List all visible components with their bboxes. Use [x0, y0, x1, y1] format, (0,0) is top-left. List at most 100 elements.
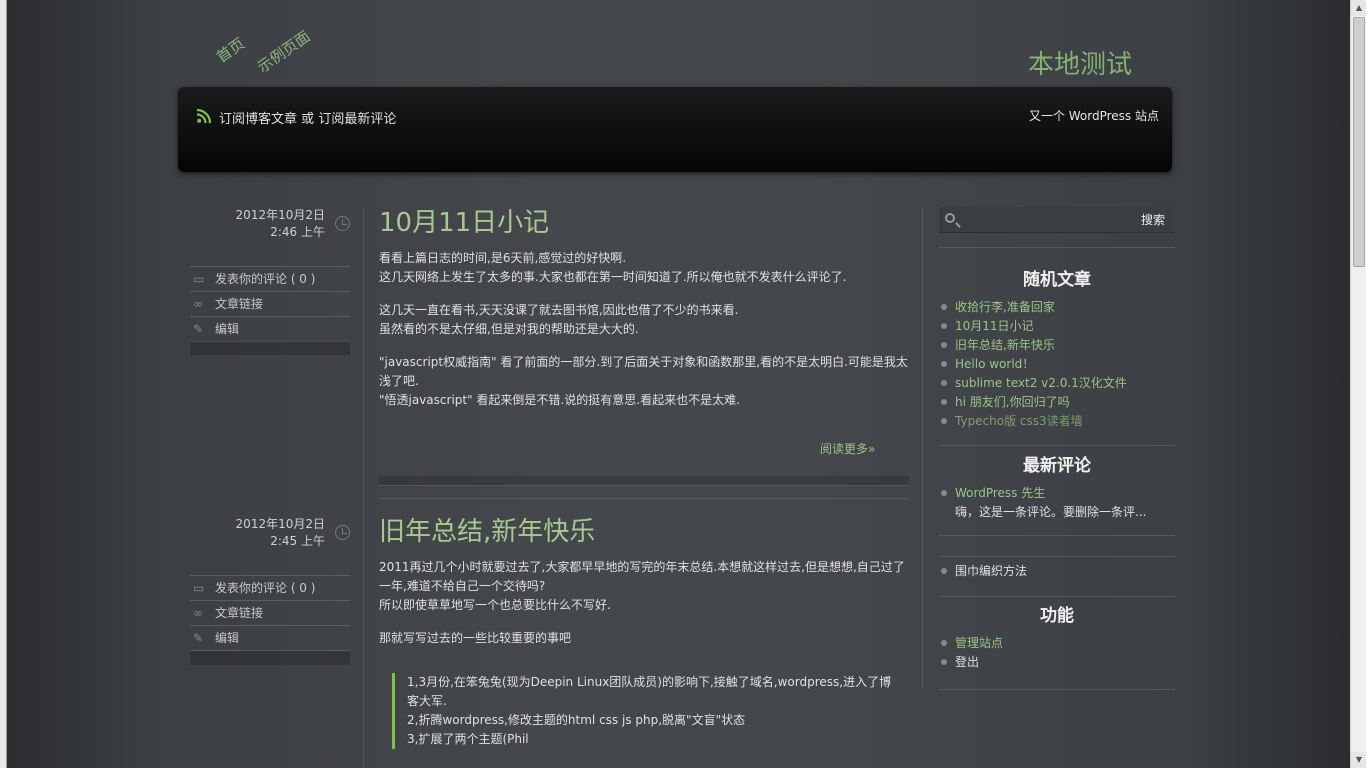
post-line: 所以即使草草地写一个也总要比什么不写好.	[379, 598, 611, 612]
post-line: 2011再过几个小时就要过去了,大家都早早地的写完的年末总结.本想就这样过去,但…	[379, 560, 905, 593]
random-post-link[interactable]: hi 朋友们,你回归了吗	[941, 393, 1173, 412]
meta-widget-title: 功能	[1040, 606, 1074, 626]
post-line: 那就写写过去的一些比较重要的事吧	[379, 631, 572, 645]
post-actions: ▭ 发表你的评论 ( 0 ) ∞ 文章链接 ✎ 编辑	[190, 575, 350, 651]
meta-widget-list: 管理站点 登出	[941, 634, 1173, 672]
random-posts-list: 收拾行李,准备回家 10月11日小记 旧年总结,新年快乐 Hello world…	[941, 298, 1173, 431]
comment-link[interactable]: ▭ 发表你的评论 ( 0 )	[190, 576, 350, 601]
header-bar: 订阅博客文章 或 订阅最新评论 又一个 WordPress 站点	[178, 87, 1172, 172]
comment-icon: ▭	[193, 581, 205, 595]
search-input[interactable]	[965, 210, 1125, 230]
blogroll-link[interactable]: 围巾编织方法	[941, 562, 1173, 581]
recent-comments-title: 最新评论	[1023, 456, 1091, 476]
comment-author-link[interactable]: WordPress 先生	[955, 486, 1045, 500]
edit-label: 编辑	[215, 631, 240, 645]
meta-shadow	[190, 341, 350, 355]
quote-line: 3,扩展了两个主题(Phil	[407, 732, 529, 746]
post-title[interactable]: 旧年总结,新年快乐	[379, 516, 909, 548]
random-posts-title: 随机文章	[1023, 270, 1091, 290]
post-line: 这几天一直在看书,天天没课了就去图书馆,因此也借了不少的书来看.	[379, 303, 739, 317]
post-article: 旧年总结,新年快乐 2011再过几个小时就要过去了,大家都早早地的写完的年末总结…	[379, 516, 909, 648]
quote-line: 2,折腾wordpress,修改主题的html css js php,脱离"文盲…	[407, 713, 746, 727]
edit-label: 编辑	[215, 322, 240, 336]
comment-link-label: 发表你的评论 ( 0 )	[215, 581, 316, 595]
rss-icon	[197, 109, 211, 123]
site-admin-link[interactable]: 管理站点	[941, 634, 1173, 653]
search-form: 搜索	[939, 207, 1175, 233]
comment-icon: ▭	[193, 272, 205, 286]
comment-link-label: 发表你的评论 ( 0 )	[215, 272, 316, 286]
vertical-scrollbar[interactable]: ▲ ▼	[1350, 0, 1366, 768]
sidebar-rule	[939, 596, 1175, 597]
random-post-link[interactable]: Typecho版 css3读者墙	[941, 412, 1173, 431]
post-actions: ▭ 发表你的评论 ( 0 ) ∞ 文章链接 ✎ 编辑	[190, 266, 350, 342]
clock-icon	[335, 216, 350, 231]
quote-line: 1,3月份,在笨兔兔(现为Deepin Linux团队成员)的影响下,接触了域名…	[407, 675, 892, 708]
subscribe-comments-link[interactable]: 订阅最新评论	[318, 112, 396, 127]
edit-link[interactable]: ✎ 编辑	[190, 626, 350, 651]
sidebar-divider	[922, 208, 923, 688]
subscribe-or-text: 或	[301, 112, 315, 127]
recent-comments-list: WordPress 先生 嗨，这是一条评论。要删除一条评...	[941, 484, 1173, 522]
random-post-link[interactable]: 10月11日小记	[941, 317, 1173, 336]
post-paragraph: 那就写写过去的一些比较重要的事吧	[379, 629, 909, 648]
permalink-label: 文章链接	[215, 297, 264, 311]
sidebar-rule	[939, 247, 1175, 248]
meta-shadow	[190, 651, 350, 665]
permalink-link[interactable]: ∞ 文章链接	[190, 292, 350, 317]
post-paragraph: 这几天一直在看书,天天没课了就去图书馆,因此也借了不少的书来看. 虽然看的不是太…	[379, 301, 909, 339]
subscribe-posts-link[interactable]: 订阅博客文章	[219, 112, 297, 127]
logout-link[interactable]: 登出	[941, 653, 1173, 672]
post-separator	[379, 476, 909, 486]
post-separator-line	[379, 498, 909, 499]
post-date: 2012年10月2日 2:45 上午	[190, 516, 350, 550]
random-post-link[interactable]: 旧年总结,新年快乐	[941, 336, 1173, 355]
links-list: 围巾编织方法	[941, 562, 1173, 581]
scroll-down-arrow-icon[interactable]: ▼	[1351, 752, 1366, 768]
post-line: "javascript权威指南" 看了前面的一部分.到了后面关于对象和函数那里,…	[379, 355, 908, 388]
random-post-link[interactable]: sublime text2 v2.0.1汉化文件	[941, 374, 1173, 393]
post-paragraph: 看看上篇日志的时间,是6天前,感觉过的好快啊. 这几天网络上发生了太多的事.大家…	[379, 249, 909, 287]
random-post-link[interactable]: Hello world！	[941, 355, 1173, 374]
search-button[interactable]: 搜索	[1141, 211, 1165, 228]
link-icon: ∞	[193, 297, 203, 311]
recent-comment-item: WordPress 先生 嗨，这是一条评论。要删除一条评...	[941, 484, 1173, 522]
post-line: 虽然看的不是太仔细,但是对我的帮助还是大大的.	[379, 322, 639, 336]
post-time-text: 2:45 上午	[270, 534, 325, 548]
post-blockquote: 1,3月份,在笨兔兔(现为Deepin Linux团队成员)的影响下,接触了域名…	[392, 673, 892, 749]
permalink-link[interactable]: ∞ 文章链接	[190, 601, 350, 626]
post-paragraph: "javascript权威指南" 看了前面的一部分.到了后面关于对象和函数那里,…	[379, 353, 909, 410]
sidebar-rule	[939, 445, 1175, 446]
post-time-text: 2:46 上午	[270, 225, 325, 239]
site-tagline: 又一个 WordPress 站点	[1028, 109, 1159, 123]
link-icon: ∞	[193, 606, 203, 620]
edit-link[interactable]: ✎ 编辑	[190, 317, 350, 342]
content-divider	[363, 208, 364, 768]
pencil-icon: ✎	[193, 322, 204, 336]
scrollbar-thumb[interactable]	[1353, 17, 1365, 267]
post-meta: 2012年10月2日 2:45 上午	[190, 516, 350, 550]
post-line: 看看上篇日志的时间,是6天前,感觉过的好快啊.	[379, 251, 627, 265]
site-title[interactable]: 本地测试	[1028, 44, 1132, 81]
post-meta: 2012年10月2日 2:46 上午	[190, 207, 350, 241]
post-date-text: 2012年10月2日	[235, 517, 325, 531]
post-paragraph: 2011再过几个小时就要过去了,大家都早早地的写完的年末总结.本想就这样过去,但…	[379, 558, 909, 615]
search-icon	[945, 213, 955, 223]
window-left-edge	[0, 0, 7, 768]
scroll-up-arrow-icon[interactable]: ▲	[1351, 0, 1366, 16]
permalink-label: 文章链接	[215, 606, 264, 620]
sidebar-rule	[939, 556, 1175, 557]
clock-icon	[335, 525, 350, 540]
post-line: 这几天网络上发生了太多的事.大家也都在第一时间知道了.所以俺也就不发表什么评论了…	[379, 270, 847, 284]
post-date: 2012年10月2日 2:46 上午	[190, 207, 350, 241]
comment-link[interactable]: ▭ 发表你的评论 ( 0 )	[190, 267, 350, 292]
subscribe-links: 订阅博客文章 或 订阅最新评论	[219, 108, 396, 127]
random-post-link[interactable]: 收拾行李,准备回家	[941, 298, 1173, 317]
post-title[interactable]: 10月11日小记	[379, 207, 909, 239]
post-article: 10月11日小记 看看上篇日志的时间,是6天前,感觉过的好快啊. 这几天网络上发…	[379, 207, 909, 410]
sidebar-rule	[939, 689, 1175, 690]
comment-excerpt-link[interactable]: 嗨，这是一条评论。要删除一条评...	[955, 505, 1146, 519]
post-date-text: 2012年10月2日	[235, 208, 325, 222]
pencil-icon: ✎	[193, 631, 204, 645]
post-line: "悟透javascript" 看起来倒是不错.说的挺有意思.看起来也不是太难.	[379, 393, 740, 407]
